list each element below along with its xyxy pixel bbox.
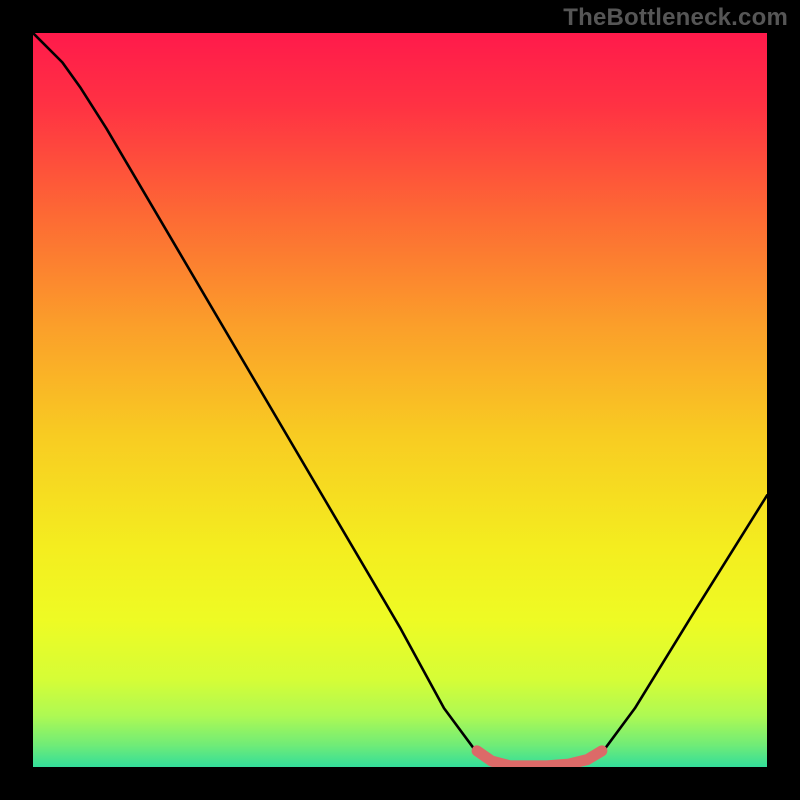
chart-container: TheBottleneck.com — [0, 0, 800, 800]
curve-layer — [33, 33, 767, 767]
plot-frame — [33, 33, 767, 767]
optimal-band-highlight — [477, 751, 602, 766]
watermark-text: TheBottleneck.com — [563, 4, 788, 32]
bottleneck-curve — [33, 33, 767, 767]
